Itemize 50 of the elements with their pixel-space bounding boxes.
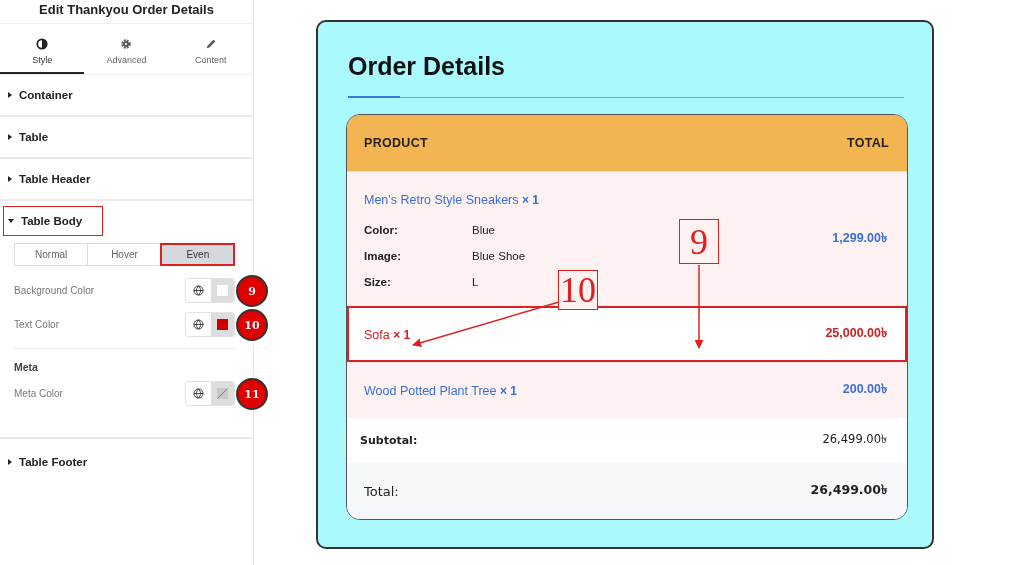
meta-value: Blue Shoe [472, 250, 526, 262]
item-total: 200.00৳ [842, 381, 887, 398]
control-label: Meta Color [14, 387, 63, 399]
no-color-icon [217, 387, 228, 399]
product-name[interactable]: Wood Potted Plant Tree × 1 [364, 384, 517, 398]
caret-icon [8, 134, 12, 140]
caret-icon [8, 219, 14, 223]
meta-label: Size: [364, 276, 392, 288]
callout-number: 10 [558, 270, 598, 310]
gear-icon [120, 38, 133, 50]
contrast-icon [36, 38, 49, 50]
step-badge: 10 [236, 309, 268, 341]
state-tab[interactable]: Even [160, 244, 234, 265]
group-heading: Meta [14, 361, 39, 373]
column-header: PRODUCT [364, 136, 428, 150]
color-picker[interactable] [185, 277, 235, 303]
meta-label: Color: [364, 224, 399, 236]
section-header[interactable]: Table Header [3, 164, 112, 194]
panel-tab[interactable]: Advanced [84, 32, 169, 74]
callout-number: 9 [679, 219, 719, 264]
caret-icon [8, 176, 12, 182]
meta-value: L [472, 276, 479, 288]
item-total: 25,000.00৳ [825, 325, 887, 342]
total-label: Subtotal: [360, 434, 418, 447]
color-picker[interactable] [185, 380, 235, 406]
section-header[interactable]: Table Body [3, 206, 104, 236]
caret-icon [8, 459, 12, 465]
column-header: TOTAL [847, 136, 889, 150]
product-name[interactable]: Men's Retro Style Sneakers × 1 [364, 193, 540, 207]
order-title: Order Details [348, 52, 506, 81]
panel-title: Edit Thankyou Order Details [0, 0, 253, 24]
panel-tab[interactable]: Style [0, 32, 85, 74]
section-header[interactable]: Table [3, 122, 70, 152]
total-value: 26,499.00৳ [822, 431, 887, 448]
step-badge: 9 [236, 275, 268, 307]
caret-icon [8, 92, 12, 98]
total-value: 26,499.00৳ [810, 481, 887, 499]
product-name[interactable]: Sofa × 1 [364, 328, 411, 342]
item-total: 1,299.00৳ [832, 230, 887, 247]
section-header[interactable]: Table Footer [3, 447, 109, 477]
meta-label: Image: [364, 250, 403, 262]
section-header[interactable]: Container [3, 80, 94, 110]
meta-value: Blue [472, 224, 496, 236]
control-label: Text Color [14, 318, 59, 330]
control-label: Background Color [14, 284, 95, 296]
step-badge: 11 [236, 378, 268, 410]
color-picker[interactable] [185, 311, 235, 337]
total-label: Total: [364, 483, 399, 499]
panel-tab[interactable]: Content [168, 32, 253, 74]
pencil-icon [204, 38, 217, 50]
